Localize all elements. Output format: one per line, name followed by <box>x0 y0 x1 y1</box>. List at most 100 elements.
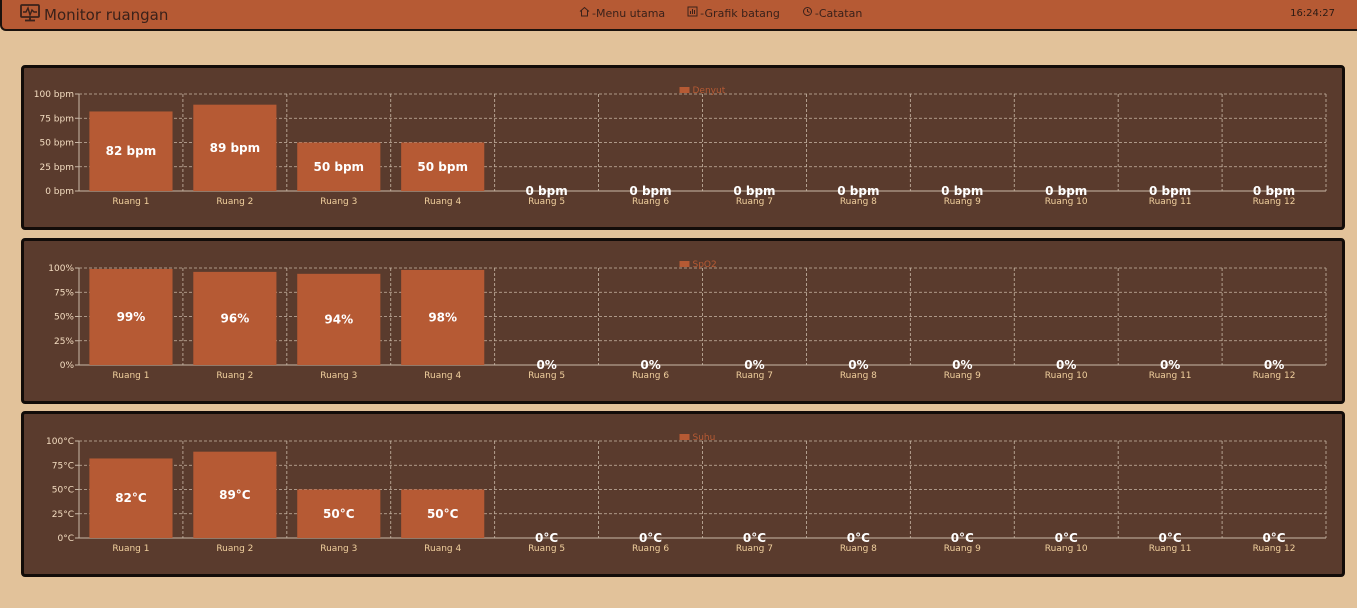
y-tick-label: 0°C <box>57 534 74 544</box>
data-label: 98% <box>428 310 457 324</box>
data-label: 94% <box>324 312 353 326</box>
legend-label: Denyut <box>693 86 726 96</box>
heart-rate-chart-panel: 0 bpm 25 bpm 50 bpm 75 bpm 100 bpm Denyut 82 b… <box>21 65 1345 230</box>
x-tick-label: Ruang 4 <box>424 197 461 207</box>
x-tick-label: Ruang 4 <box>424 371 461 381</box>
legend-swatch <box>679 261 690 267</box>
nav-label: -Menu utama <box>592 6 666 20</box>
data-label: 0°C <box>951 531 974 545</box>
x-tick-label: Ruang 9 <box>944 371 981 381</box>
data-label: 0% <box>1160 358 1180 372</box>
temperature-chart-panel: 0°C 25°C 50°C 75°C 100°C Suhu 82°C Ruang 1 89°C R… <box>21 411 1345 577</box>
data-label: 0% <box>1264 358 1284 372</box>
temperature-chart: 0°C 25°C 50°C 75°C 100°C Suhu 82°C Ruang 1 89°C R… <box>46 433 1327 554</box>
x-tick-label: Ruang 4 <box>424 544 461 554</box>
data-label: 0% <box>952 358 972 372</box>
y-tick-label: 100°C <box>46 437 74 447</box>
x-tick-label: Ruang 8 <box>840 371 877 381</box>
x-tick-label: Ruang 11 <box>1149 371 1192 381</box>
x-tick-label: Ruang 7 <box>736 197 773 207</box>
data-label: 0°C <box>847 531 870 545</box>
data-label: 50 bpm <box>314 160 365 174</box>
y-tick-label: 0 bpm <box>45 187 74 197</box>
y-tick-label: 100 bpm <box>34 90 74 100</box>
data-label: 0 bpm <box>1149 184 1191 198</box>
x-tick-label: Ruang 10 <box>1045 544 1088 554</box>
x-tick-label: Ruang 9 <box>944 197 981 207</box>
x-tick-label: Ruang 2 <box>216 197 253 207</box>
main-nav: -Menu utama -Grafik batang -Catatan <box>579 6 862 20</box>
spo2-chart: 0% 25% 50% 75% 100% SpO2 99% Ruang 1 96% Ruang 2 9… <box>48 260 1327 381</box>
nav-grafik-batang[interactable]: -Grafik batang <box>687 6 780 20</box>
y-tick-label: 0% <box>60 361 75 371</box>
x-tick-label: Ruang 6 <box>632 544 669 554</box>
data-label: 96% <box>221 311 250 325</box>
data-label: 82°C <box>115 491 147 505</box>
brand[interactable]: Monitor ruangan <box>20 4 168 26</box>
x-tick-label: Ruang 7 <box>736 544 773 554</box>
y-tick-label: 25% <box>54 337 74 347</box>
bar-chart-icon <box>687 6 698 20</box>
y-tick-label: 50°C <box>52 486 74 496</box>
x-tick-label: Ruang 7 <box>736 371 773 381</box>
y-tick-label: 50% <box>54 313 74 323</box>
nav-catatan[interactable]: -Catatan <box>802 6 862 20</box>
x-tick-label: Ruang 11 <box>1149 197 1192 207</box>
data-label: 50°C <box>323 507 355 521</box>
data-label: 0°C <box>1262 531 1285 545</box>
x-tick-label: Ruang 11 <box>1149 544 1192 554</box>
y-tick-label: 50 bpm <box>39 139 74 149</box>
y-tick-label: 75°C <box>52 461 74 471</box>
legend-label: SpO2 <box>693 260 717 270</box>
data-label: 82 bpm <box>106 144 157 158</box>
x-tick-label: Ruang 6 <box>632 371 669 381</box>
y-tick-label: 75% <box>54 288 74 298</box>
y-tick-label: 75 bpm <box>39 114 74 124</box>
data-label: 0% <box>848 358 868 372</box>
x-tick-label: Ruang 12 <box>1253 197 1296 207</box>
home-icon <box>579 6 590 20</box>
data-label: 0°C <box>1055 531 1078 545</box>
x-tick-label: Ruang 10 <box>1045 371 1088 381</box>
x-tick-label: Ruang 8 <box>840 197 877 207</box>
data-label: 0 bpm <box>733 184 775 198</box>
monitor-icon <box>20 4 44 26</box>
data-label: 0% <box>744 358 764 372</box>
data-label: 99% <box>117 310 146 324</box>
top-navbar: Monitor ruangan -Menu utama -Grafik bata… <box>0 0 1357 31</box>
legend-swatch <box>679 434 690 440</box>
x-tick-label: Ruang 12 <box>1253 544 1296 554</box>
data-label: 0°C <box>639 531 662 545</box>
data-label: 0 bpm <box>526 184 568 198</box>
data-label: 0% <box>640 358 660 372</box>
data-label: 0°C <box>535 531 558 545</box>
x-tick-label: Ruang 12 <box>1253 371 1296 381</box>
x-tick-label: Ruang 5 <box>528 197 565 207</box>
nav-menu-utama[interactable]: -Menu utama <box>579 6 665 20</box>
x-tick-label: Ruang 3 <box>320 371 357 381</box>
data-label: 0 bpm <box>941 184 983 198</box>
nav-label: -Catatan <box>814 6 863 20</box>
x-tick-label: Ruang 1 <box>112 197 149 207</box>
legend-label: Suhu <box>693 433 716 443</box>
legend-swatch <box>679 87 690 93</box>
history-icon <box>802 6 813 20</box>
data-label: 89 bpm <box>210 141 261 155</box>
app-title: Monitor ruangan <box>44 6 169 24</box>
x-tick-label: Ruang 6 <box>632 197 669 207</box>
data-label: 0% <box>1056 358 1076 372</box>
data-label: 0% <box>536 358 556 372</box>
x-tick-label: Ruang 8 <box>840 544 877 554</box>
clock: 16:24:27 <box>1290 8 1335 19</box>
data-label: 0 bpm <box>629 184 671 198</box>
x-tick-label: Ruang 9 <box>944 544 981 554</box>
data-label: 50°C <box>427 507 459 521</box>
data-label: 89°C <box>219 488 251 502</box>
x-tick-label: Ruang 2 <box>216 544 253 554</box>
data-label: 0°C <box>743 531 766 545</box>
x-tick-label: Ruang 2 <box>216 371 253 381</box>
y-tick-label: 25°C <box>52 510 74 520</box>
x-tick-label: Ruang 10 <box>1045 197 1088 207</box>
data-label: 0°C <box>1159 531 1182 545</box>
data-label: 0 bpm <box>837 184 879 198</box>
